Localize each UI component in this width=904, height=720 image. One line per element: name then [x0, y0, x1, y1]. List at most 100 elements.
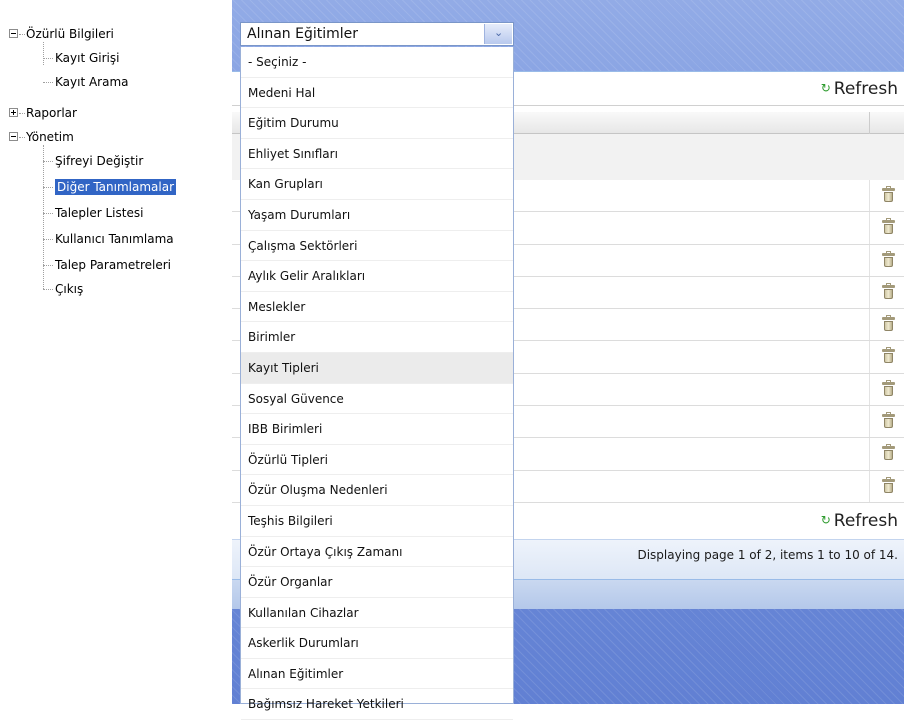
tree-connector	[43, 145, 44, 289]
dropdown-option[interactable]: Özür Organlar	[241, 567, 513, 598]
tree-connector	[43, 265, 53, 266]
dropdown-option[interactable]: Aylık Gelir Aralıkları	[241, 261, 513, 292]
trash-lid	[882, 414, 895, 418]
trash-can	[884, 353, 893, 364]
trash-lid	[882, 188, 895, 191]
tree-connector	[19, 34, 25, 35]
tree-connector	[43, 42, 44, 65]
tree-connector	[43, 213, 53, 214]
trash-lid	[882, 252, 895, 256]
cell-divider	[869, 373, 870, 406]
trash-can	[884, 321, 893, 332]
refresh-label: Refresh	[833, 79, 898, 99]
cell-divider	[869, 470, 870, 502]
trash-can	[884, 482, 893, 493]
cell-divider	[869, 341, 870, 373]
tree-connector	[43, 58, 53, 59]
bottom-refresh-button[interactable]: ↻ Refresh	[821, 511, 898, 531]
dropdown-option[interactable]: Özür Ortaya Çıkış Zamanı	[241, 537, 513, 568]
refresh-icon: ↻	[820, 513, 831, 527]
dropdown-option[interactable]: IBB Birimleri	[241, 414, 513, 445]
tree-node-diger-tanimlamalar[interactable]: Diğer Tanımlamalar	[55, 179, 176, 195]
cell-divider	[869, 244, 870, 276]
dropdown-option[interactable]: Sosyal Güvence	[241, 384, 513, 415]
dropdown-option[interactable]: Medeni Hal	[241, 78, 513, 109]
trash-can	[884, 288, 893, 299]
trash-icon[interactable]	[882, 250, 895, 267]
trash-icon[interactable]	[882, 476, 895, 493]
dropdown-option[interactable]: Özür Oluşma Nedenleri	[241, 475, 513, 506]
dropdown-option[interactable]: Eğitim Durumu	[241, 108, 513, 139]
dropdown-option[interactable]: Kayıt Tipleri	[241, 352, 513, 384]
tree-connector	[19, 137, 25, 138]
tree-node-kayit-arama[interactable]: Kayıt Arama	[55, 74, 129, 90]
trash-lid	[882, 478, 895, 482]
cell-divider	[869, 276, 870, 309]
tree-node-kayit-girisi[interactable]: Kayıt Girişi	[55, 50, 119, 66]
trash-can	[884, 192, 893, 202]
trash-lid	[882, 317, 895, 321]
tree-connector	[43, 187, 53, 188]
dropdown-option[interactable]: Özürlü Tipleri	[241, 445, 513, 476]
select-value: Alınan Eğitimler	[247, 26, 359, 42]
cell-divider	[869, 212, 870, 244]
tree-connector	[43, 161, 53, 162]
tree-toggle-yonetim[interactable]	[9, 132, 18, 141]
tree-node-yonetim[interactable]: Yönetim	[26, 129, 74, 145]
tree-toggle-raporlar[interactable]	[9, 108, 18, 117]
tree-connector	[43, 82, 53, 83]
trash-can	[884, 385, 893, 396]
trash-icon[interactable]	[882, 347, 895, 364]
trash-can	[884, 418, 893, 429]
tree-connector	[19, 113, 25, 114]
trash-lid	[882, 349, 895, 353]
trash-can	[884, 256, 893, 267]
dropdown-option[interactable]: Teşhis Bilgileri	[241, 506, 513, 537]
tree-node-sifreyi-degistir[interactable]: Şifreyi Değiştir	[55, 153, 143, 169]
column-divider	[869, 112, 870, 134]
trash-can	[884, 450, 893, 461]
definition-type-select[interactable]: Alınan Eğitimler ⌄	[240, 22, 514, 46]
cell-divider	[869, 309, 870, 341]
trash-can	[884, 224, 893, 235]
tree-node-kullanici-tanimlama[interactable]: Kullanıcı Tanımlama	[55, 231, 174, 247]
trash-icon[interactable]	[882, 282, 895, 299]
navigation-tree: Özürlü Bilgileri Kayıt Girişi Kayıt Aram…	[0, 0, 232, 704]
trash-lid	[882, 284, 895, 288]
tree-node-talep-parametreleri[interactable]: Talep Parametreleri	[55, 257, 171, 273]
trash-icon[interactable]	[882, 315, 895, 332]
dropdown-option[interactable]: Kullanılan Cihazlar	[241, 598, 513, 629]
tree-node-ozurlu-bilgileri[interactable]: Özürlü Bilgileri	[26, 26, 114, 42]
cell-divider	[869, 438, 870, 470]
tree-node-cikis[interactable]: Çıkış	[55, 281, 83, 297]
dropdown-option[interactable]: Birimler	[241, 322, 513, 353]
dropdown-option[interactable]: Ehliyet Sınıfları	[241, 139, 513, 170]
dropdown-option[interactable]: Askerlik Durumları	[241, 628, 513, 659]
trash-icon[interactable]	[882, 444, 895, 461]
chevron-down-icon: ⌄	[494, 26, 504, 39]
dropdown-option[interactable]: Bağımsız Hareket Yetkileri	[241, 689, 513, 720]
trash-icon[interactable]	[882, 379, 895, 396]
top-refresh-button[interactable]: ↻ Refresh	[821, 79, 898, 99]
dropdown-option[interactable]: Alınan Eğitimler	[241, 659, 513, 690]
trash-lid	[882, 381, 895, 385]
tree-connector	[43, 289, 53, 290]
tree-node-talepler-listesi[interactable]: Talepler Listesi	[55, 205, 143, 221]
trash-lid	[882, 446, 895, 450]
trash-icon[interactable]	[882, 186, 895, 202]
dropdown-option[interactable]: Çalışma Sektörleri	[241, 231, 513, 262]
dropdown-option[interactable]: - Seçiniz -	[241, 47, 513, 78]
tree-connector	[43, 239, 53, 240]
dropdown-option[interactable]: Meslekler	[241, 292, 513, 323]
trash-lid	[882, 220, 895, 224]
dropdown-option[interactable]: Kan Grupları	[241, 169, 513, 200]
trash-icon[interactable]	[882, 218, 895, 235]
tree-toggle-ozurlu-bilgileri[interactable]	[9, 29, 18, 38]
paging-info: Displaying page 1 of 2, items 1 to 10 of…	[637, 548, 898, 562]
trash-icon[interactable]	[882, 412, 895, 429]
dropdown-option[interactable]: Yaşam Durumları	[241, 200, 513, 231]
dropdown-trigger[interactable]: ⌄	[484, 24, 512, 44]
refresh-label: Refresh	[833, 511, 898, 531]
definition-type-list: - Seçiniz - Medeni Hal Eğitim Durumu Ehliye…	[240, 47, 514, 720]
tree-node-raporlar[interactable]: Raporlar	[26, 105, 77, 121]
